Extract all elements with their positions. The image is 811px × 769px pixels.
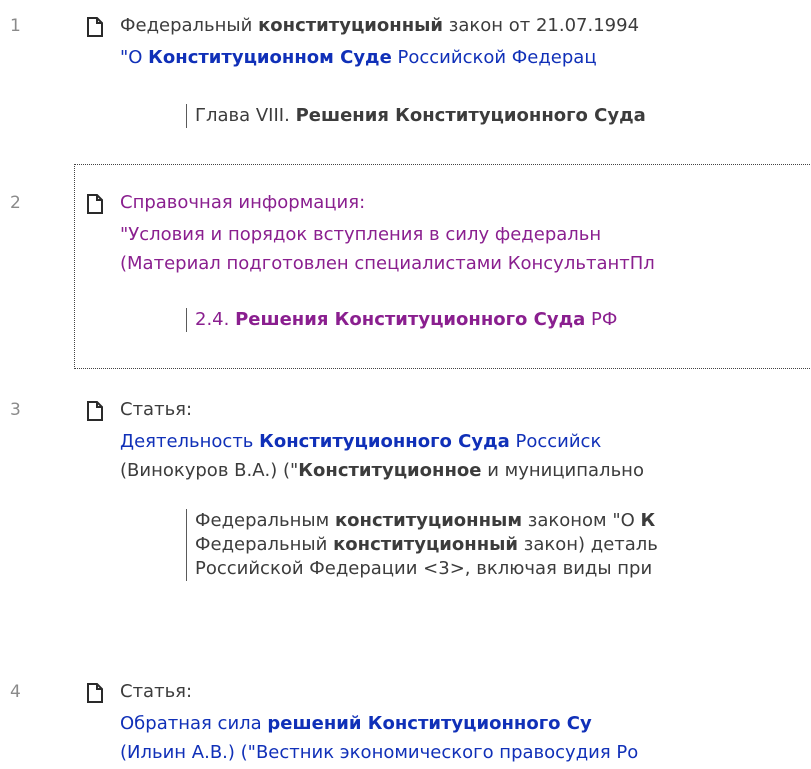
text-segment: Российск	[509, 431, 602, 452]
snippet-line: Федеральным конституционным законом "О К	[195, 509, 658, 533]
result-title-line[interactable]: Справочная информация:	[120, 191, 365, 215]
result-title-link[interactable]: "О Конституционном Суде Российской Федер…	[120, 46, 597, 70]
highlighted-term: Конституционном Суде	[148, 47, 392, 68]
highlighted-term: К	[640, 510, 656, 531]
result-title-link[interactable]: Обратная сила решений Конституционного С…	[120, 712, 592, 736]
document-icon	[87, 401, 103, 421]
result-subtitle[interactable]: (Ильин А.В.) ("Вестник экономического пр…	[120, 741, 638, 765]
text-segment: Статья:	[120, 399, 193, 420]
result-title-line[interactable]: Федеральный конституционный закон от 21.…	[120, 14, 639, 38]
result-subtitle[interactable]: (Материал подготовлен специалистами Конс…	[120, 252, 655, 276]
text-segment: "О	[120, 47, 149, 68]
result-subtitle[interactable]: (Винокуров В.А.) ("Конституционное и мун…	[120, 459, 644, 483]
result-snippet[interactable]: Федеральным конституционным законом "О К…	[186, 509, 658, 581]
text-segment: Глава VIII.	[195, 105, 296, 126]
text-segment: Обратная сила	[120, 713, 268, 734]
text-segment: Российской Федерац	[391, 47, 597, 68]
highlighted-term: Конституционное	[298, 460, 482, 481]
document-icon	[87, 17, 103, 37]
result-snippet[interactable]: 2.4. Решения Конституционного Суда РФ	[186, 308, 617, 332]
result-number: 3	[10, 400, 21, 420]
result-title-link[interactable]: "Условия и порядок вступления в силу фед…	[120, 223, 601, 247]
result-snippet[interactable]: Глава VIII. Решения Конституционного Суд…	[186, 104, 646, 128]
snippet-line: 2.4. Решения Конституционного Суда РФ	[195, 308, 617, 332]
highlighted-term: конституционным	[334, 510, 523, 531]
text-segment: Федеральный	[120, 15, 259, 36]
document-icon	[87, 683, 103, 703]
text-segment: (Ильин А.В.) ("Вестник экономического пр…	[120, 742, 639, 763]
result-number: 4	[10, 682, 21, 702]
snippet-line: Федеральный конституционный закон) детал…	[195, 533, 658, 557]
highlighted-term: Решения Конституционного Суда	[235, 309, 586, 330]
highlighted-term: Решения Конституционного Суда	[295, 105, 646, 126]
text-segment: и муниципально	[481, 460, 644, 481]
text-segment: Статья:	[120, 681, 193, 702]
text-segment: (Материал подготовлен специалистами Конс…	[120, 253, 655, 274]
highlighted-term: Конституционного Суда	[259, 431, 510, 452]
snippet-line: Российской Федерации <3>, включая виды п…	[195, 557, 658, 581]
text-segment: "Условия и порядок вступления в силу фед…	[120, 224, 602, 245]
result-title-line[interactable]: Статья:	[120, 680, 192, 704]
text-segment: закон) деталь	[518, 534, 658, 555]
highlighted-term: решений Конституционного Су	[267, 713, 592, 734]
text-segment: (Винокуров В.А.) ("	[120, 460, 299, 481]
highlighted-term: конституционный	[333, 534, 519, 555]
result-title-link[interactable]: Деятельность Конституционного Суда Росси…	[120, 430, 601, 454]
text-segment: Деятельность	[120, 431, 260, 452]
snippet-line: Глава VIII. Решения Конституционного Суд…	[195, 104, 646, 128]
document-icon	[87, 194, 103, 214]
result-title-line[interactable]: Статья:	[120, 398, 192, 422]
text-segment: Справочная информация:	[120, 192, 366, 213]
text-segment: закон от 21.07.1994	[443, 15, 640, 36]
text-segment: законом "О	[522, 510, 641, 531]
text-segment: 2.4.	[195, 309, 236, 330]
result-number: 2	[10, 193, 21, 213]
text-segment: РФ	[585, 309, 618, 330]
result-number: 1	[10, 16, 21, 36]
text-segment: Российской Федерации <3>, включая виды п…	[195, 558, 653, 579]
text-segment: Федеральный	[195, 534, 334, 555]
highlighted-term: конституционный	[258, 15, 444, 36]
text-segment: Федеральным	[195, 510, 335, 531]
